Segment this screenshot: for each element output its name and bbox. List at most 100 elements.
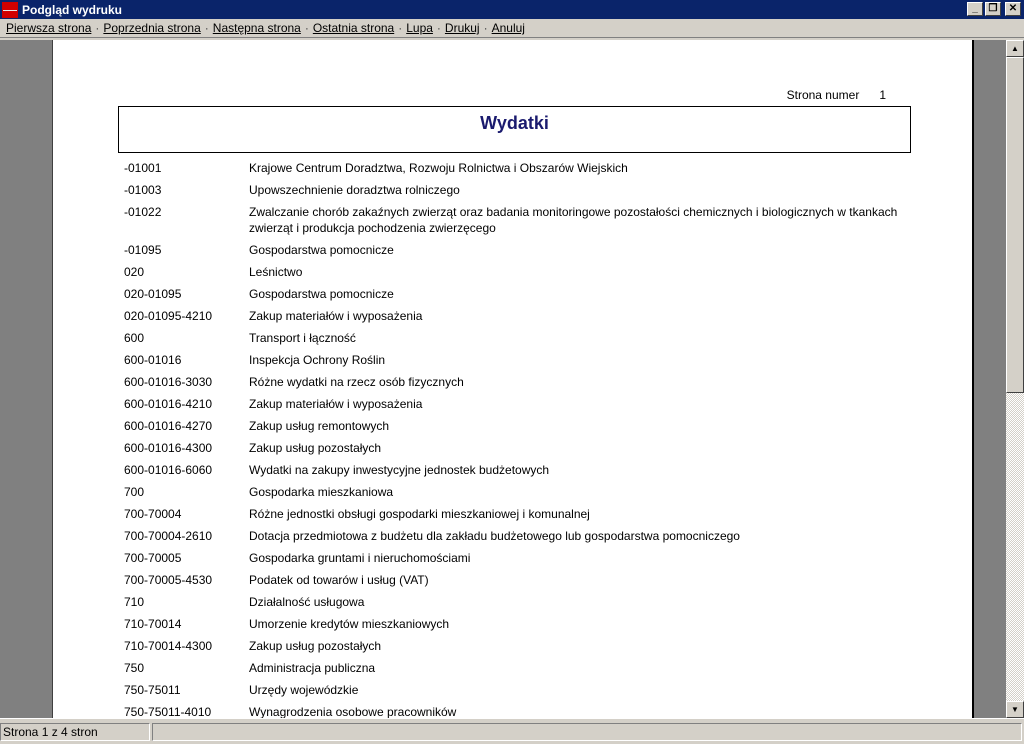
row-code: 700 bbox=[124, 485, 145, 499]
close-button[interactable]: ✕ bbox=[1005, 2, 1021, 16]
row-name: Administracja publiczna bbox=[249, 661, 376, 675]
page-number-label: Strona numer 1 bbox=[787, 88, 886, 102]
maximize-button[interactable]: ❐ bbox=[985, 2, 1001, 16]
menu-separator: · bbox=[398, 21, 403, 35]
row-code: 600 bbox=[124, 331, 145, 345]
table-row: 750-75011 Urzędy wojewódzkie bbox=[124, 682, 914, 698]
row-name: Gospodarka mieszkaniowa bbox=[249, 485, 394, 499]
table-row: 700-70004-2610 Dotacja przedmiotowa z bud… bbox=[124, 528, 914, 544]
menu-item-1[interactable]: Poprzednia strona bbox=[103, 21, 200, 35]
table-row: 710 Działalność usługowa bbox=[124, 594, 914, 610]
scroll-thumb[interactable] bbox=[1006, 57, 1024, 393]
menu-item-6[interactable]: Anuluj bbox=[492, 21, 525, 35]
row-name: Zakup usług pozostałych bbox=[249, 639, 382, 653]
title-bar: Podgląd wydruku _ ❐ ✕ bbox=[0, 0, 1024, 19]
row-name: Zwalczanie chorób zakaźnych zwierząt ora… bbox=[249, 205, 898, 235]
row-name: Krajowe Centrum Doradztwa, Rozwoju Rolni… bbox=[249, 161, 628, 175]
row-code: 750-75011 bbox=[124, 683, 181, 697]
row-name: Różne wydatki na rzecz osób fizycznych bbox=[249, 375, 464, 389]
table-row: 700-70005-4530 Podatek od towarów i usług… bbox=[124, 572, 914, 588]
row-name: Różne jednostki obsługi gospodarki miesz… bbox=[249, 507, 590, 521]
row-name: Urzędy wojewódzkie bbox=[249, 683, 359, 697]
row-code: 710-70014 bbox=[124, 617, 182, 631]
row-code: 700-70004 bbox=[124, 507, 182, 521]
row-code: 600-01016 bbox=[124, 353, 182, 367]
scroll-down-icon[interactable]: ▼ bbox=[1006, 701, 1024, 718]
row-name: Wydatki na zakupy inwestycyjne jednostek… bbox=[249, 463, 550, 477]
row-name: Gospodarstwa pomocnicze bbox=[249, 243, 394, 257]
row-name: Podatek od towarów i usług (VAT) bbox=[249, 573, 429, 587]
minimize-button[interactable]: _ bbox=[967, 2, 983, 16]
report-page: Strona numer 1 Wydatki -01001 Krajowe Cent… bbox=[52, 40, 974, 718]
row-code: 600-01016-3030 bbox=[124, 375, 213, 389]
table-row: 750-75011-4010 Wynagrodzenia osobowe prac… bbox=[124, 704, 914, 718]
app-icon bbox=[2, 1, 18, 18]
row-name: Zakup usług pozostałych bbox=[249, 441, 382, 455]
row-code: 710-70014-4300 bbox=[124, 639, 213, 653]
table-row: 020-01095-4210 Zakup materiałów i wyposaż… bbox=[124, 308, 914, 324]
menu-separator: · bbox=[304, 21, 309, 35]
table-row: 700-70005 Gospodarka gruntami i nieruchom… bbox=[124, 550, 914, 566]
row-code: 750 bbox=[124, 661, 145, 675]
status-bar: Strona 1 z 4 stron bbox=[0, 718, 1024, 744]
menu-item-2[interactable]: Następna strona bbox=[213, 21, 301, 35]
page-number-caption: Strona numer bbox=[786, 88, 860, 102]
row-name: Upowszechnienie doradztwa rolniczego bbox=[249, 183, 460, 197]
menu-item-5[interactable]: Drukuj bbox=[445, 21, 480, 35]
row-name: Umorzenie kredytów mieszkaniowych bbox=[249, 617, 450, 631]
row-code: -01003 bbox=[124, 183, 162, 197]
table-row: 600-01016-4270 Zakup usług remontowych bbox=[124, 418, 914, 434]
table-row: -01003 Upowszechnienie doradztwa rolnicze… bbox=[124, 182, 914, 198]
row-name: Gospodarka gruntami i nieruchomościami bbox=[249, 551, 471, 565]
menu-item-4[interactable]: Lupa bbox=[406, 21, 433, 35]
row-code: 700-70005 bbox=[124, 551, 182, 565]
table-row: -01001 Krajowe Centrum Doradztwa, Rozwoju… bbox=[124, 160, 914, 176]
table-row: 750 Administracja publiczna bbox=[124, 660, 914, 676]
table-row: -01095 Gospodarstwa pomocnicze bbox=[124, 242, 914, 258]
row-code: 700-70005-4530 bbox=[124, 573, 213, 587]
window-controls: _ ❐ ✕ bbox=[967, 2, 1021, 16]
menu-separator: · bbox=[436, 21, 441, 35]
row-name: Wynagrodzenia osobowe pracowników bbox=[249, 705, 457, 718]
preview-area: Strona numer 1 Wydatki -01001 Krajowe Cent… bbox=[0, 40, 1006, 718]
table-row: 600-01016-4300 Zakup usług pozostałych bbox=[124, 440, 914, 456]
table-row: 710-70014 Umorzenie kredytów mieszkaniowy… bbox=[124, 616, 914, 632]
row-code: 700-70004-2610 bbox=[124, 529, 213, 543]
row-code: 750-75011-4010 bbox=[124, 705, 212, 718]
status-page-info: Strona 1 z 4 stron bbox=[0, 723, 150, 741]
row-name: Gospodarstwa pomocnicze bbox=[249, 287, 394, 301]
row-code: 020-01095-4210 bbox=[124, 309, 213, 323]
row-name: Leśnictwo bbox=[249, 265, 303, 279]
row-name: Transport i łączność bbox=[249, 331, 356, 345]
menu-separator: · bbox=[95, 21, 100, 35]
row-code: -01095 bbox=[124, 243, 162, 257]
row-name: Działalność usługowa bbox=[249, 595, 365, 609]
row-name: Zakup usług remontowych bbox=[249, 419, 390, 433]
table-row: 600-01016-4210 Zakup materiałów i wyposaż… bbox=[124, 396, 914, 412]
row-code: 020-01095 bbox=[124, 287, 182, 301]
table-row: 020-01095 Gospodarstwa pomocnicze bbox=[124, 286, 914, 302]
row-name: Zakup materiałów i wyposażenia bbox=[249, 397, 423, 411]
table-row: 020 Leśnictwo bbox=[124, 264, 914, 280]
row-code: 600-01016-4300 bbox=[124, 441, 213, 455]
scroll-up-icon[interactable]: ▲ bbox=[1006, 40, 1024, 57]
table-row: 710-70014-4300 Zakup usług pozostałych bbox=[124, 638, 914, 654]
row-code: 600-01016-4210 bbox=[124, 397, 213, 411]
report-title-box: Wydatki bbox=[118, 106, 911, 153]
row-code: -01001 bbox=[124, 161, 162, 175]
report-title: Wydatki bbox=[480, 113, 549, 133]
table-row: 600 Transport i łączność bbox=[124, 330, 914, 346]
table-row: 600-01016 Inspekcja Ochrony Roślin bbox=[124, 352, 914, 368]
menu-item-0[interactable]: Pierwsza strona bbox=[6, 21, 91, 35]
menu-bar: Pierwsza strona · Poprzednia strona · Następ… bbox=[0, 19, 1024, 38]
row-name: Dotacja przedmiotowa z budżetu dla zakła… bbox=[249, 529, 740, 543]
table-row: 600-01016-6060 Wydatki na zakupy inwestyc… bbox=[124, 462, 914, 478]
vertical-scrollbar[interactable]: ▲ ▼ bbox=[1006, 40, 1024, 718]
menu-separator: · bbox=[483, 21, 488, 35]
table-row: 600-01016-3030 Różne wydatki na rzecz osó… bbox=[124, 374, 914, 390]
table-row: -01022 Zwalczanie chorób zakaźnych zwierz… bbox=[124, 204, 914, 236]
row-code: -01022 bbox=[124, 205, 162, 219]
row-code: 600-01016-4270 bbox=[124, 419, 213, 433]
row-name: Inspekcja Ochrony Roślin bbox=[249, 353, 386, 367]
menu-item-3[interactable]: Ostatnia strona bbox=[313, 21, 394, 35]
